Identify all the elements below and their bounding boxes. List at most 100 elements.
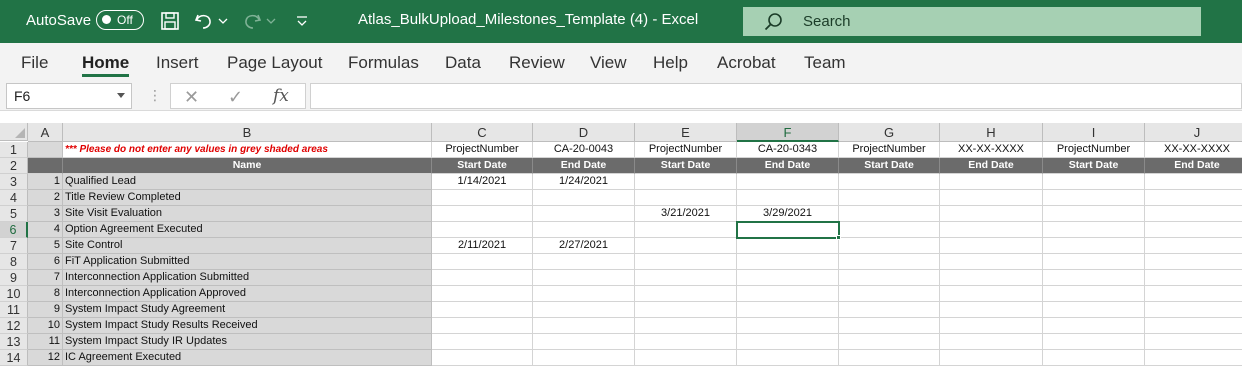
cell-g9[interactable]	[839, 270, 940, 286]
row-header-12[interactable]: 12	[0, 318, 28, 334]
cell-f8[interactable]	[737, 254, 839, 270]
cell-h10[interactable]	[940, 286, 1043, 302]
cell-h7[interactable]	[940, 238, 1043, 254]
cell-e3[interactable]	[635, 174, 737, 190]
milestone-name[interactable]: Interconnection Application Approved	[63, 286, 432, 302]
milestone-name[interactable]: FiT Application Submitted	[63, 254, 432, 270]
cell-i11[interactable]	[1043, 302, 1145, 318]
milestone-number[interactable]: 9	[28, 302, 63, 318]
column-header-h[interactable]: H	[940, 123, 1043, 142]
milestone-name[interactable]: Site Control	[63, 238, 432, 254]
cell-a1[interactable]	[28, 142, 63, 158]
date-header-f[interactable]: End Date	[737, 158, 839, 174]
cell-g8[interactable]	[839, 254, 940, 270]
tab-acrobat[interactable]: Acrobat	[717, 53, 776, 73]
milestone-name[interactable]: Site Visit Evaluation	[63, 206, 432, 222]
cell-c14[interactable]	[432, 350, 533, 366]
cell-i7[interactable]	[1043, 238, 1145, 254]
cell-e11[interactable]	[635, 302, 737, 318]
cell-g10[interactable]	[839, 286, 940, 302]
cell-g14[interactable]	[839, 350, 940, 366]
cell-c11[interactable]	[432, 302, 533, 318]
cell-e8[interactable]	[635, 254, 737, 270]
cell-e6[interactable]	[635, 222, 737, 238]
cell-c9[interactable]	[432, 270, 533, 286]
row-header-1[interactable]: 1	[0, 142, 28, 158]
date-header-e[interactable]: Start Date	[635, 158, 737, 174]
cell-i14[interactable]	[1043, 350, 1145, 366]
cell-j8[interactable]	[1145, 254, 1242, 270]
column-header-a[interactable]: A	[28, 123, 63, 142]
cell-e7[interactable]	[635, 238, 737, 254]
cell-f10[interactable]	[737, 286, 839, 302]
cell-c13[interactable]	[432, 334, 533, 350]
row-header-9[interactable]: 9	[0, 270, 28, 286]
cell-j5[interactable]	[1145, 206, 1242, 222]
tab-review[interactable]: Review	[509, 53, 565, 73]
cell-f12[interactable]	[737, 318, 839, 334]
cell-i4[interactable]	[1043, 190, 1145, 206]
cell-f1[interactable]: CA-20-0343	[737, 142, 839, 158]
cell-i10[interactable]	[1043, 286, 1145, 302]
cell-f7[interactable]	[737, 238, 839, 254]
tab-data[interactable]: Data	[445, 53, 481, 73]
cell-f6[interactable]	[737, 222, 839, 238]
cell-j4[interactable]	[1145, 190, 1242, 206]
cell-d4[interactable]	[533, 190, 635, 206]
cell-g3[interactable]	[839, 174, 940, 190]
redo-icon[interactable]	[240, 9, 264, 33]
formula-input[interactable]	[310, 83, 1242, 109]
milestone-name[interactable]: System Impact Study Agreement	[63, 302, 432, 318]
date-header-j[interactable]: End Date	[1145, 158, 1242, 174]
column-header-c[interactable]: C	[432, 123, 533, 142]
cell-g7[interactable]	[839, 238, 940, 254]
name-header[interactable]: Name	[63, 158, 432, 174]
milestone-name[interactable]: Interconnection Application Submitted	[63, 270, 432, 286]
cell-g12[interactable]	[839, 318, 940, 334]
cell-d10[interactable]	[533, 286, 635, 302]
date-header-d[interactable]: End Date	[533, 158, 635, 174]
save-icon[interactable]	[158, 9, 182, 33]
cell-i5[interactable]	[1043, 206, 1145, 222]
row-header-7[interactable]: 7	[0, 238, 28, 254]
milestone-number[interactable]: 4	[28, 222, 63, 238]
cell-h6[interactable]	[940, 222, 1043, 238]
cell-c12[interactable]	[432, 318, 533, 334]
milestone-name[interactable]: System Impact Study Results Received	[63, 318, 432, 334]
redo-dropdown-icon[interactable]	[264, 9, 278, 33]
insert-function-icon[interactable]: fx	[273, 86, 289, 106]
cell-g13[interactable]	[839, 334, 940, 350]
column-header-b[interactable]: B	[63, 123, 432, 142]
cell-f4[interactable]	[737, 190, 839, 206]
tab-formulas[interactable]: Formulas	[348, 53, 419, 73]
cell-d3[interactable]: 1/24/2021	[533, 174, 635, 190]
row-header-4[interactable]: 4	[0, 190, 28, 206]
cell-g11[interactable]	[839, 302, 940, 318]
milestone-name[interactable]: Option Agreement Executed	[63, 222, 432, 238]
cell-i1[interactable]: ProjectNumber	[1043, 142, 1145, 158]
cell-h1[interactable]: XX-XX-XXXX	[940, 142, 1043, 158]
cell-j13[interactable]	[1145, 334, 1242, 350]
milestone-name[interactable]: IC Agreement Executed	[63, 350, 432, 366]
spreadsheet-grid[interactable]: A B C D E F G H I J 1 2 3 4 5 6 7 8 9 10 11 12 13 14 *** Please …	[0, 123, 1242, 371]
cell-d7[interactable]: 2/27/2021	[533, 238, 635, 254]
tab-file[interactable]: File	[21, 53, 48, 73]
cell-e4[interactable]	[635, 190, 737, 206]
cell-d5[interactable]	[533, 206, 635, 222]
column-header-i[interactable]: I	[1043, 123, 1145, 142]
formula-bar-grip-icon[interactable]: ⋮	[148, 87, 162, 104]
cell-h8[interactable]	[940, 254, 1043, 270]
milestone-number[interactable]: 10	[28, 318, 63, 334]
cell-h12[interactable]	[940, 318, 1043, 334]
cell-d1[interactable]: CA-20-0043	[533, 142, 635, 158]
warning-note[interactable]: *** Please do not enter any values in gr…	[63, 142, 432, 158]
cell-d11[interactable]	[533, 302, 635, 318]
cell-e1[interactable]: ProjectNumber	[635, 142, 737, 158]
milestone-name[interactable]: Title Review Completed	[63, 190, 432, 206]
milestone-number[interactable]: 11	[28, 334, 63, 350]
cell-d8[interactable]	[533, 254, 635, 270]
column-header-j[interactable]: J	[1145, 123, 1242, 142]
cell-g1[interactable]: ProjectNumber	[839, 142, 940, 158]
select-all-corner[interactable]	[0, 123, 28, 141]
milestone-number[interactable]: 6	[28, 254, 63, 270]
